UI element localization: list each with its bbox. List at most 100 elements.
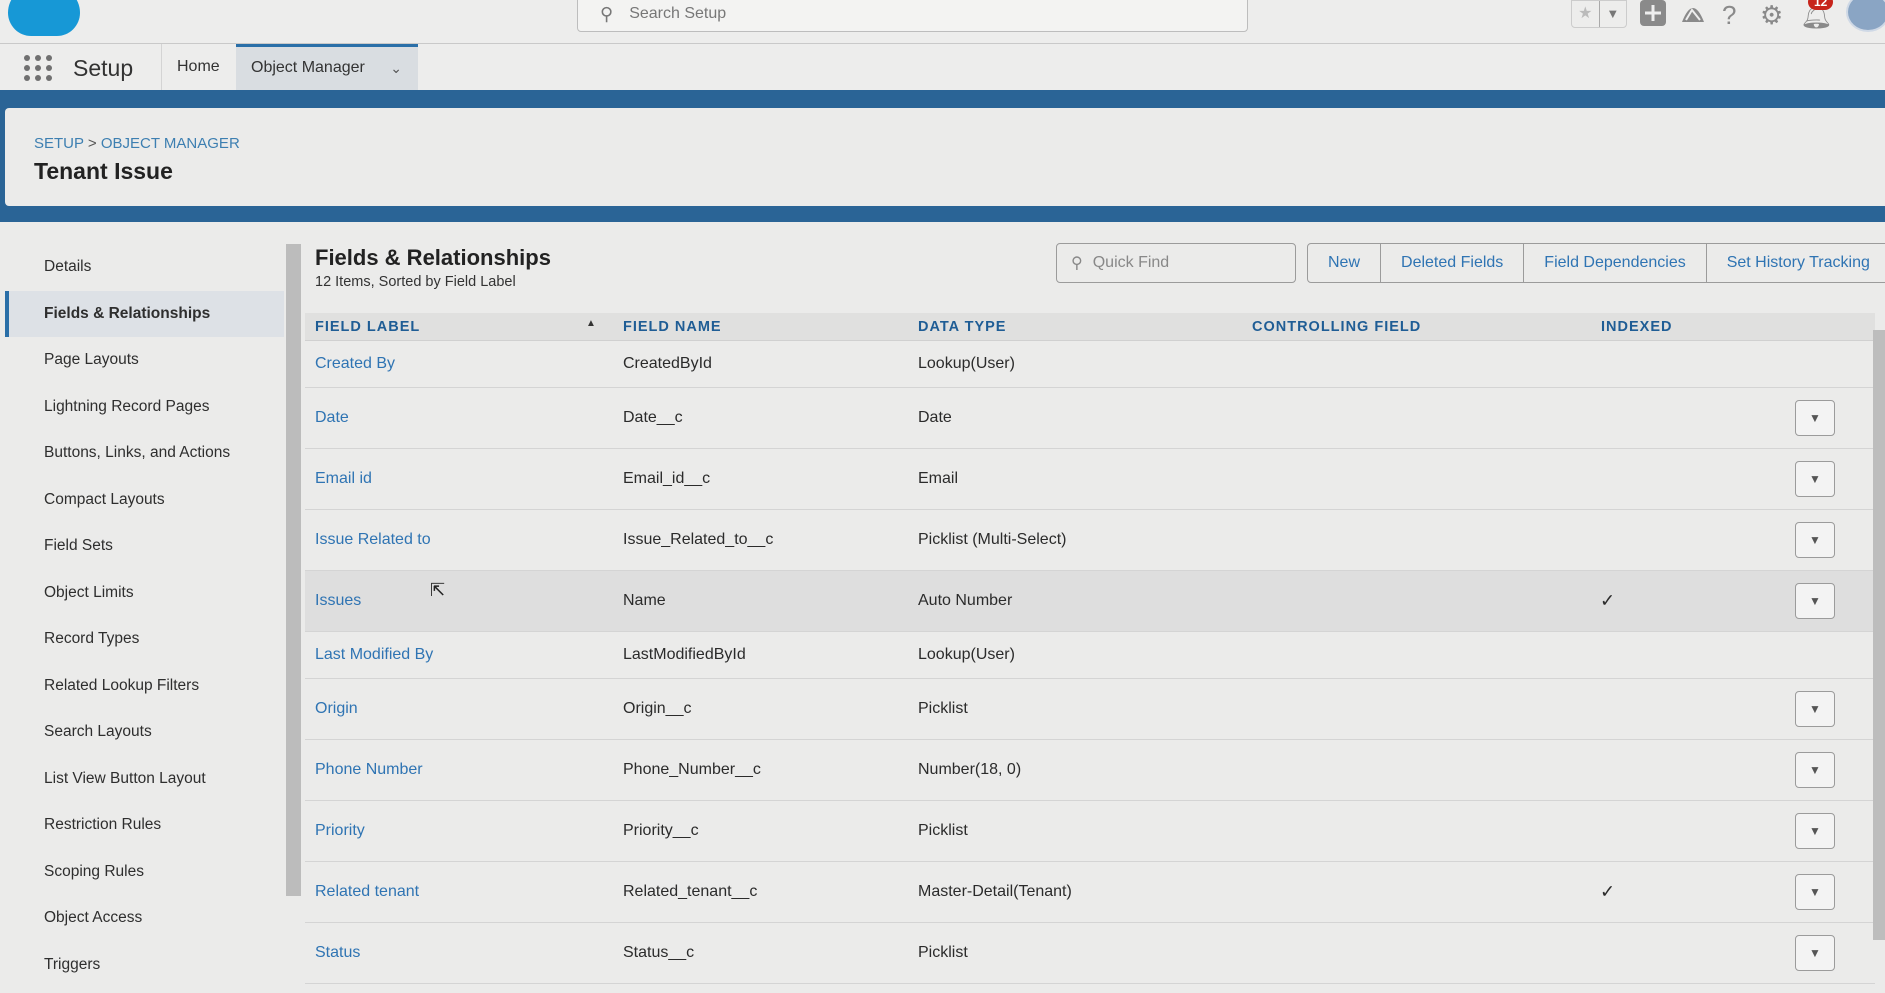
row-actions-dropdown[interactable]: ▼ <box>1795 813 1835 849</box>
data-type: Email <box>918 470 959 487</box>
data-type: Date <box>918 409 952 426</box>
sidebar-item-compact-layouts[interactable]: Compact Layouts <box>5 477 284 523</box>
mouse-cursor-icon: ⇱ <box>430 580 446 600</box>
field-name: Status__c <box>623 944 695 961</box>
field-label-link[interactable]: Email id <box>315 470 372 488</box>
sidebar-scroll-thumb[interactable] <box>286 244 301 896</box>
row-actions-dropdown[interactable]: ▼ <box>1795 752 1835 788</box>
table-row: Phone Number Phone_Number__c Number(18, 0)… <box>305 740 1875 801</box>
indexed-check-icon: ✓ <box>1600 590 1616 611</box>
sidebar-item-details[interactable]: Details <box>5 244 284 290</box>
quick-find-input[interactable]: ⚲ Quick Find <box>1056 243 1296 283</box>
deleted-fields-button[interactable]: Deleted Fields <box>1380 244 1523 282</box>
page-header <box>5 108 1885 206</box>
data-type: Picklist (Multi-Select) <box>918 531 1067 548</box>
row-actions-dropdown[interactable]: ▼ <box>1795 691 1835 727</box>
data-type: Lookup(User) <box>918 646 1015 663</box>
sidebar-item-page-layouts[interactable]: Page Layouts <box>5 337 284 383</box>
table-scrollbar[interactable] <box>1873 330 1885 940</box>
field-name: Name <box>623 592 666 609</box>
field-name: Phone_Number__c <box>623 761 761 778</box>
sidebar-item-related-lookup-filters[interactable]: Related Lookup Filters <box>5 663 284 709</box>
app-launcher-icon[interactable] <box>24 55 52 81</box>
favorites-button[interactable]: ★ ▼ <box>1571 0 1627 28</box>
sidebar-item-triggers[interactable]: Triggers <box>5 942 284 988</box>
row-actions-dropdown[interactable]: ▼ <box>1795 874 1835 910</box>
search-placeholder: Search Setup <box>629 5 727 22</box>
column-header-field-name[interactable]: FIELD NAME <box>623 319 722 335</box>
sidebar-item-scoping-rules[interactable]: Scoping Rules <box>5 849 284 895</box>
table-row: Email id Email_id__c Email ▼ <box>305 449 1875 510</box>
data-type: Number(18, 0) <box>918 761 1022 778</box>
field-label-link[interactable]: Date <box>315 409 349 427</box>
sidebar-item-field-sets[interactable]: Field Sets <box>5 523 284 569</box>
field-label-link[interactable]: Issues <box>315 592 361 610</box>
sidebar-item-list-view-button-layout[interactable]: List View Button Layout <box>5 756 284 802</box>
data-type: Auto Number <box>918 592 1013 609</box>
tab-label: Object Manager <box>251 59 365 76</box>
row-actions-dropdown[interactable]: ▼ <box>1795 461 1835 497</box>
row-actions-dropdown[interactable]: ▼ <box>1795 583 1835 619</box>
field-label-link[interactable]: Issue Related to <box>315 531 431 549</box>
indexed-check-icon: ✓ <box>1600 881 1616 902</box>
breadcrumb: SETUP > OBJECT MANAGER <box>34 135 240 152</box>
quick-find-placeholder: Quick Find <box>1092 254 1170 271</box>
data-type: Picklist <box>918 822 968 839</box>
field-label-link[interactable]: Status <box>315 944 360 962</box>
field-label-link[interactable]: Priority <box>315 822 365 840</box>
table-row: Issue Related to Issue_Related_to__c Pickl… <box>305 510 1875 571</box>
notification-badge: 12 <box>1808 0 1834 10</box>
table-row: Date Date__c Date ▼ <box>305 388 1875 449</box>
sidebar-item-object-access[interactable]: Object Access <box>5 895 284 941</box>
row-actions-dropdown[interactable]: ▼ <box>1795 400 1835 436</box>
sidebar-item-search-layouts[interactable]: Search Layouts <box>5 709 284 755</box>
new-button[interactable]: New <box>1308 244 1380 282</box>
salesforce-logo[interactable] <box>8 0 80 36</box>
sidebar-item-buttons-links-and-actions[interactable]: Buttons, Links, and Actions <box>5 430 284 476</box>
trailhead-icon[interactable] <box>1680 0 1706 30</box>
plus-icon[interactable] <box>1640 0 1666 30</box>
section-title: Fields & Relationships <box>315 245 551 270</box>
sidebar-item-record-types[interactable]: Record Types <box>5 616 284 662</box>
page-title: Tenant Issue <box>34 158 173 184</box>
chevron-down-icon[interactable]: ⌄ <box>390 47 402 89</box>
sidebar-item-lightning-record-pages[interactable]: Lightning Record Pages <box>5 384 284 430</box>
sort-ascending-icon[interactable]: ▲ <box>586 318 596 329</box>
set-history-tracking-button[interactable]: Set History Tracking <box>1705 244 1885 282</box>
column-header-indexed[interactable]: INDEXED <box>1601 319 1672 335</box>
action-button-group: New Deleted Fields Field Dependencies Se… <box>1307 243 1885 283</box>
sidebar-item-fields-relationships[interactable]: Fields & Relationships <box>5 290 284 337</box>
sidebar-item-restriction-rules[interactable]: Restriction Rules <box>5 802 284 848</box>
column-header-data-type[interactable]: DATA TYPE <box>918 319 1006 335</box>
field-name: Related_tenant__c <box>623 883 758 900</box>
star-icon[interactable]: ★ <box>1572 1 1599 27</box>
help-icon[interactable]: ? <box>1722 2 1736 28</box>
field-label-link[interactable]: Last Modified By <box>315 646 433 664</box>
sidebar-item-object-limits[interactable]: Object Limits <box>5 570 284 616</box>
field-label-link[interactable]: Phone Number <box>315 761 423 779</box>
data-type: Lookup(User) <box>918 355 1015 372</box>
tab-home[interactable]: Home <box>161 44 236 90</box>
column-header-controlling-field[interactable]: CONTROLLING FIELD <box>1252 319 1421 335</box>
field-label-link[interactable]: Created By <box>315 355 395 373</box>
app-title: Setup <box>73 55 134 81</box>
field-label-link[interactable]: Related tenant <box>315 883 419 901</box>
field-dependencies-button[interactable]: Field Dependencies <box>1523 244 1705 282</box>
table-row: Related tenant Related_tenant__c Master-De… <box>305 862 1875 923</box>
breadcrumb-setup[interactable]: SETUP <box>34 135 84 152</box>
table-row: Priority Priority__c Picklist ▼ <box>305 801 1875 862</box>
chevron-down-icon[interactable]: ▼ <box>1598 1 1627 27</box>
sidebar: Details Fields & Relationships Page Layout… <box>5 222 284 993</box>
table-row: Status Status__c Picklist ▼ <box>305 923 1875 984</box>
column-header-field-label[interactable]: FIELD LABEL <box>315 319 420 335</box>
field-label-link[interactable]: Origin <box>315 700 358 718</box>
search-setup-input[interactable]: ⚲ Search Setup <box>577 0 1248 32</box>
field-name: Email_id__c <box>623 470 711 487</box>
row-actions-dropdown[interactable]: ▼ <box>1795 935 1835 971</box>
row-actions-dropdown[interactable]: ▼ <box>1795 522 1835 558</box>
breadcrumb-object-manager[interactable]: OBJECT MANAGER <box>101 135 240 152</box>
table-row: Origin Origin__c Picklist ▼ <box>305 679 1875 740</box>
tab-object-manager[interactable]: Object Manager ⌄ <box>236 44 418 90</box>
gear-icon[interactable]: ⚙ <box>1760 2 1783 28</box>
data-type: Picklist <box>918 700 968 717</box>
